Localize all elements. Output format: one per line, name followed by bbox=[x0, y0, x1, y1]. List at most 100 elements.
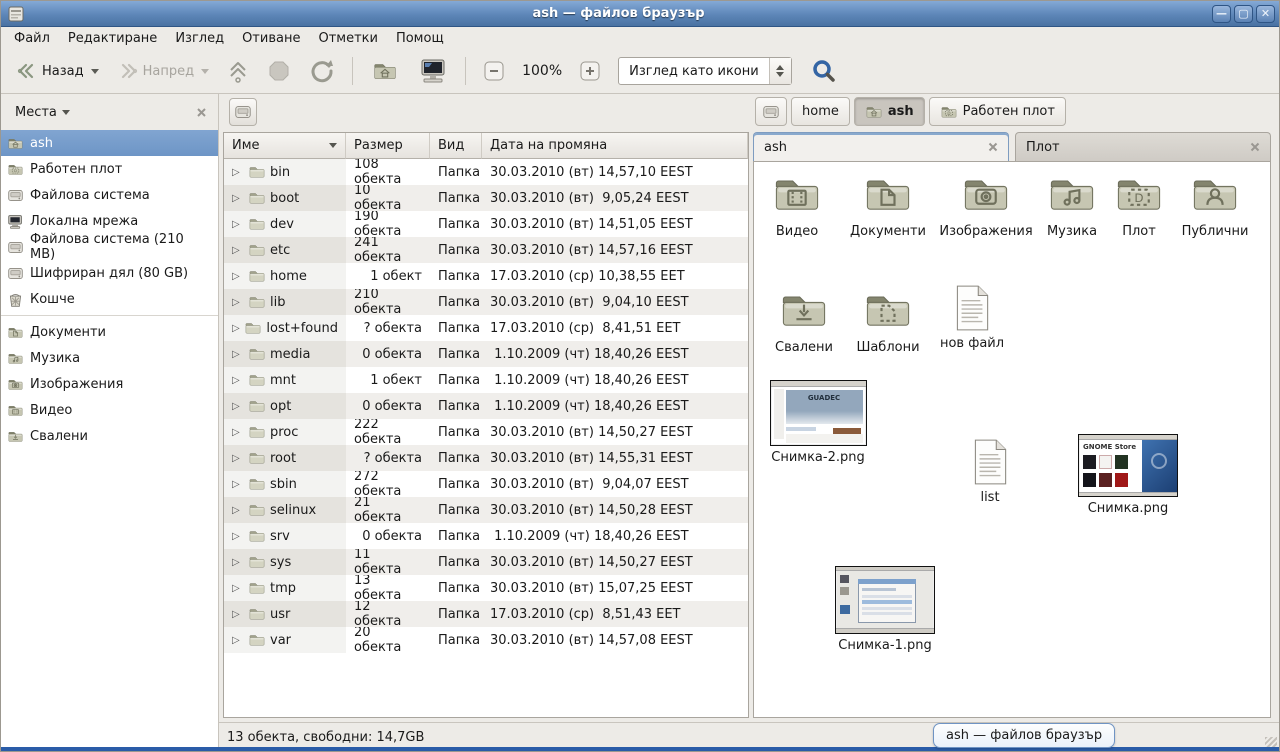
icon-view-item-видео[interactable]: Видео bbox=[760, 168, 834, 241]
table-row-selinux[interactable]: ▷selinux21 обектаПапка30.03.2010 (вт) 14… bbox=[224, 497, 748, 523]
path-button-root[interactable] bbox=[755, 97, 787, 126]
column-header-3[interactable]: Дата на промяна bbox=[482, 133, 748, 159]
expander-icon[interactable]: ▷ bbox=[232, 167, 244, 178]
sidebar-item-документи[interactable]: Документи bbox=[1, 319, 218, 345]
zoom-in-button[interactable] bbox=[572, 55, 608, 87]
icon-view-item-list[interactable]: list bbox=[958, 438, 1022, 507]
table-row-media[interactable]: ▷media0 обектаПапка 1.10.2009 (чт) 18,40… bbox=[224, 341, 748, 367]
table-row-lib[interactable]: ▷lib210 обектаПапка30.03.2010 (вт) 9,04,… bbox=[224, 289, 748, 315]
table-row-opt[interactable]: ▷opt0 обектаПапка 1.10.2009 (чт) 18,40,2… bbox=[224, 393, 748, 419]
sidebar-item-кошче[interactable]: Кошче bbox=[1, 286, 218, 312]
expander-icon[interactable]: ▷ bbox=[232, 479, 244, 490]
expander-icon[interactable]: ▷ bbox=[232, 557, 244, 568]
icon-view-item-музика[interactable]: Музика bbox=[1036, 168, 1108, 241]
places-close-button[interactable] bbox=[192, 103, 210, 121]
view-mode-select[interactable]: Изглед като икони bbox=[618, 57, 792, 85]
table-row-tmp[interactable]: ▷tmp13 обектаПапка30.03.2010 (вт) 15,07,… bbox=[224, 575, 748, 601]
forward-button[interactable]: Напред bbox=[110, 57, 216, 85]
table-row-sys[interactable]: ▷sys11 обектаПапка30.03.2010 (вт) 14,50,… bbox=[224, 549, 748, 575]
table-row-home[interactable]: ▷home1 обектПапка17.03.2010 (ср) 10,38,5… bbox=[224, 263, 748, 289]
sidebar-item-работен-плот[interactable]: DРаботен плот bbox=[1, 156, 218, 182]
menu-отиване[interactable]: Отиване bbox=[233, 29, 309, 48]
tree-root-button[interactable] bbox=[229, 98, 257, 126]
menu-файл[interactable]: Файл bbox=[5, 29, 59, 48]
close-button[interactable]: ✕ bbox=[1256, 5, 1275, 23]
menu-помощ[interactable]: Помощ bbox=[387, 29, 453, 48]
maximize-button[interactable]: ▢ bbox=[1234, 5, 1253, 23]
computer-button[interactable] bbox=[411, 53, 455, 90]
icon-view-item-нов-файл[interactable]: нов файл bbox=[932, 284, 1012, 353]
minimize-button[interactable]: — bbox=[1212, 5, 1231, 23]
up-button[interactable] bbox=[220, 53, 256, 89]
sidebar-item-видео[interactable]: Видео bbox=[1, 397, 218, 423]
back-history-caret[interactable] bbox=[91, 69, 99, 74]
icon-view-item-публични[interactable]: Публични bbox=[1172, 168, 1258, 241]
sidebar-item-изображения[interactable]: Изображения bbox=[1, 371, 218, 397]
menu-изглед[interactable]: Изглед bbox=[166, 29, 233, 48]
search-button[interactable] bbox=[804, 53, 844, 89]
expander-icon[interactable]: ▷ bbox=[232, 583, 244, 594]
expander-icon[interactable]: ▷ bbox=[232, 505, 244, 516]
path-button-home[interactable]: home bbox=[791, 97, 850, 126]
expander-icon[interactable]: ▷ bbox=[232, 323, 240, 334]
expander-icon[interactable]: ▷ bbox=[232, 349, 244, 360]
sidebar-item-файлова-система-210-mb-[interactable]: Файлова система (210 MB) bbox=[1, 234, 218, 260]
icon-view-item-снимка-1-png[interactable]: Снимка-1.png bbox=[834, 566, 936, 655]
icon-view-item-снимка-png[interactable]: GNOME StoreСнимка.png bbox=[1076, 434, 1180, 518]
tab-close-icon[interactable] bbox=[988, 142, 998, 152]
table-row-bin[interactable]: ▷bin108 обектаПапка30.03.2010 (вт) 14,57… bbox=[224, 159, 748, 185]
icon-view-item-изображения[interactable]: Изображения bbox=[936, 168, 1036, 241]
table-row-srv[interactable]: ▷srv0 обектаПапка 1.10.2009 (чт) 18,40,2… bbox=[224, 523, 748, 549]
view-mode-spinner[interactable] bbox=[769, 58, 791, 84]
icon-view-item-документи[interactable]: Документи bbox=[842, 168, 934, 241]
sidebar-item-шифриран-дял-80-gb-[interactable]: Шифриран дял (80 GB) bbox=[1, 260, 218, 286]
sidebar-item-файлова-система[interactable]: Файлова система bbox=[1, 182, 218, 208]
table-row-root[interactable]: ▷root? обектаПапка30.03.2010 (вт) 14,55,… bbox=[224, 445, 748, 471]
table-row-dev[interactable]: ▷dev190 обектаПапка30.03.2010 (вт) 14,51… bbox=[224, 211, 748, 237]
column-header-0[interactable]: Име bbox=[224, 133, 346, 159]
expander-icon[interactable]: ▷ bbox=[232, 219, 244, 230]
expander-icon[interactable]: ▷ bbox=[232, 453, 244, 464]
expander-icon[interactable]: ▷ bbox=[232, 271, 244, 282]
icon-view-item-плот[interactable]: DПлот bbox=[1110, 168, 1168, 241]
expander-icon[interactable]: ▷ bbox=[232, 193, 244, 204]
expander-icon[interactable]: ▷ bbox=[232, 297, 244, 308]
path-button-ash[interactable]: ash bbox=[854, 97, 925, 126]
table-row-mnt[interactable]: ▷mnt1 обектПапка 1.10.2009 (чт) 18,40,26… bbox=[224, 367, 748, 393]
titlebar[interactable]: ash — файлов браузър — ▢ ✕ bbox=[1, 1, 1279, 27]
expander-icon[interactable]: ▷ bbox=[232, 375, 244, 386]
icon-view-item-снимка-2-png[interactable]: GUADECСнимка-2.png bbox=[768, 380, 868, 467]
reload-button[interactable] bbox=[302, 53, 342, 89]
table-row-lost+found[interactable]: ▷lost+found? обектаПапка17.03.2010 (ср) … bbox=[224, 315, 748, 341]
sidebar-item-локална-мрежа[interactable]: Локална мрежа bbox=[1, 208, 218, 234]
icon-view-item-шаблони[interactable]: Шаблони bbox=[850, 284, 926, 357]
tab-плот[interactable]: Плот bbox=[1015, 132, 1271, 161]
stop-button[interactable] bbox=[260, 54, 298, 88]
expander-icon[interactable]: ▷ bbox=[232, 245, 244, 256]
table-row-proc[interactable]: ▷proc222 обектаПапка30.03.2010 (вт) 14,5… bbox=[224, 419, 748, 445]
table-row-var[interactable]: ▷var20 обектаПапка30.03.2010 (вт) 14,57,… bbox=[224, 627, 748, 653]
tab-ash[interactable]: ash bbox=[753, 132, 1009, 161]
expander-icon[interactable]: ▷ bbox=[232, 427, 244, 438]
table-row-boot[interactable]: ▷boot10 обектаПапка30.03.2010 (вт) 9,05,… bbox=[224, 185, 748, 211]
sidebar-item-ash[interactable]: ash bbox=[1, 130, 218, 156]
path-button-Работен плот[interactable]: DРаботен плот bbox=[929, 97, 1066, 126]
home-button[interactable] bbox=[363, 53, 407, 89]
back-button[interactable]: Назад bbox=[9, 57, 106, 85]
icon-view-item-свалени[interactable]: Свалени bbox=[768, 284, 840, 357]
menu-отметки[interactable]: Отметки bbox=[309, 29, 386, 48]
table-row-sbin[interactable]: ▷sbin272 обектаПапка30.03.2010 (вт) 9,04… bbox=[224, 471, 748, 497]
places-selector[interactable]: Места bbox=[9, 102, 76, 123]
expander-icon[interactable]: ▷ bbox=[232, 609, 244, 620]
expander-icon[interactable]: ▷ bbox=[232, 531, 244, 542]
table-row-usr[interactable]: ▷usr12 обектаПапка17.03.2010 (ср) 8,51,4… bbox=[224, 601, 748, 627]
expander-icon[interactable]: ▷ bbox=[232, 635, 244, 646]
sidebar-item-музика[interactable]: Музика bbox=[1, 345, 218, 371]
sidebar-item-свалени[interactable]: Свалени bbox=[1, 423, 218, 449]
column-header-2[interactable]: Вид bbox=[430, 133, 482, 159]
column-header-1[interactable]: Размер bbox=[346, 133, 430, 159]
expander-icon[interactable]: ▷ bbox=[232, 401, 244, 412]
zoom-out-button[interactable] bbox=[476, 55, 512, 87]
menu-редактиране[interactable]: Редактиране bbox=[59, 29, 166, 48]
table-row-etc[interactable]: ▷etc241 обектаПапка30.03.2010 (вт) 14,57… bbox=[224, 237, 748, 263]
